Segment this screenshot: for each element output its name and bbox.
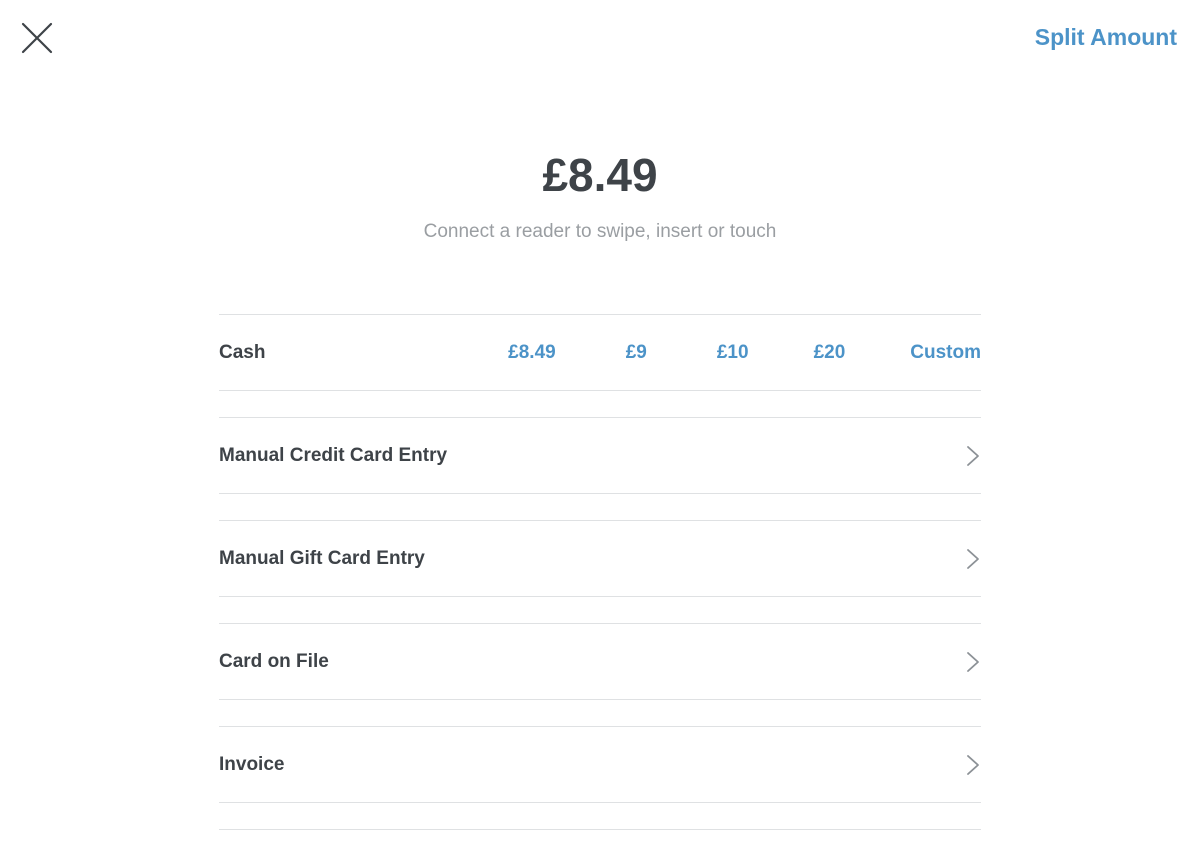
payment-methods-panel: Cash £8.49 £9 £10 £20 Custom Manual Cred… <box>219 314 981 830</box>
cash-option-10[interactable]: £10 <box>717 342 749 364</box>
row-label: Invoice <box>219 753 285 775</box>
row-label: Manual Gift Card Entry <box>219 547 425 569</box>
close-icon <box>21 22 53 54</box>
close-button[interactable] <box>19 20 55 56</box>
cash-option-exact[interactable]: £8.49 <box>508 342 556 364</box>
reader-hint: Connect a reader to swipe, insert or tou… <box>423 221 777 242</box>
manual-gift-card-entry-row[interactable]: Manual Gift Card Entry <box>219 520 981 597</box>
cash-option-9[interactable]: £9 <box>626 342 647 364</box>
invoice-row[interactable]: Invoice <box>219 726 981 803</box>
manual-credit-card-entry-row[interactable]: Manual Credit Card Entry <box>219 417 981 494</box>
section-spacer <box>219 803 981 830</box>
cash-option-custom[interactable]: Custom <box>910 342 981 364</box>
chevron-right-icon <box>966 754 980 776</box>
payment-amount: £8.49 <box>542 149 658 201</box>
row-label: Card on File <box>219 650 329 672</box>
chevron-right-icon <box>966 651 980 673</box>
chevron-right-icon <box>966 548 980 570</box>
card-on-file-row[interactable]: Card on File <box>219 623 981 700</box>
cash-tender-options: £8.49 £9 £10 £20 Custom <box>508 342 981 364</box>
row-label: Manual Credit Card Entry <box>219 444 448 466</box>
cash-row: Cash £8.49 £9 £10 £20 Custom <box>219 314 981 391</box>
cash-option-20[interactable]: £20 <box>814 342 846 364</box>
cash-label: Cash <box>219 341 266 363</box>
split-amount-button[interactable]: Split Amount <box>1035 24 1177 51</box>
chevron-right-icon <box>966 445 980 467</box>
